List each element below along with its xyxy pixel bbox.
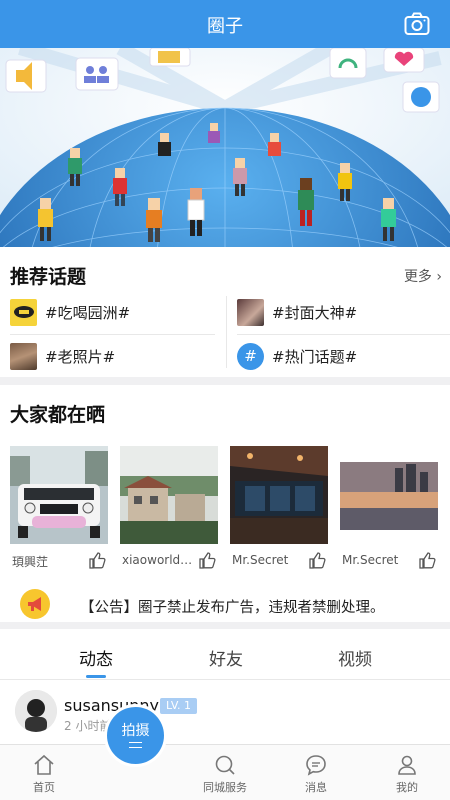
photo-username: Mr.Secret (342, 553, 399, 567)
topic-item[interactable]: # #热门话题# (237, 337, 357, 375)
more-link[interactable]: 更多 › (404, 266, 442, 286)
shoot-button[interactable]: 拍摄 (107, 707, 164, 764)
top-bar: 圈子 (0, 0, 450, 48)
thumbs-up-icon[interactable] (418, 551, 436, 569)
divider (226, 296, 227, 368)
topic-item[interactable]: #吃喝园洲# (10, 293, 130, 331)
thumbs-up-icon[interactable] (198, 551, 216, 569)
tab-video[interactable]: 视频 (315, 645, 395, 670)
bottom-nav: 首页 同城服务 消息 我的 (0, 744, 450, 800)
nav-messages[interactable]: 消息 (276, 753, 356, 795)
avatar[interactable] (15, 690, 57, 732)
nav-label: 消息 (305, 781, 327, 794)
search-icon (215, 755, 235, 775)
megaphone-icon (20, 589, 50, 619)
topic-item[interactable]: #封面大神# (237, 293, 357, 331)
user-icon (398, 755, 416, 775)
nav-label: 同城服务 (203, 781, 247, 794)
old-photo-thumb (10, 342, 37, 370)
divider (237, 334, 450, 335)
camera-icon[interactable] (404, 12, 430, 36)
tab-feed[interactable]: 动态 (56, 645, 136, 670)
topics-title: 推荐话题 (10, 266, 87, 288)
level-badge: LV. 1 (160, 698, 198, 714)
hash-icon: # (237, 342, 264, 370)
post-time: 2 小时前 (64, 719, 112, 733)
section-gap (0, 377, 450, 385)
nav-label: 首页 (33, 781, 55, 794)
gallery-header: 大家都在晒 (0, 392, 450, 436)
more-label: 更多 (403, 269, 432, 285)
divider (10, 334, 215, 335)
cover-photo-thumb (237, 298, 264, 326)
page-title: 圈子 (207, 16, 243, 37)
chevron-right-icon: › (436, 269, 442, 285)
photo-username: 頊興茳 (12, 555, 49, 569)
white-suv-photo[interactable] (10, 446, 108, 544)
gallery-title: 大家都在晒 (10, 404, 106, 426)
active-tab-indicator (86, 675, 106, 678)
photo-username: Mr.Secret (232, 553, 289, 567)
topic-label: #热门话题# (272, 347, 358, 366)
banner-image[interactable] (0, 48, 450, 247)
villa-photo[interactable] (120, 446, 218, 544)
photo-username: xiaoworld1... (122, 553, 194, 567)
nav-local-service[interactable]: 同城服务 (185, 753, 265, 795)
topic-label: #老照片# (45, 347, 116, 366)
tab-friends[interactable]: 好友 (186, 645, 266, 670)
section-gap (0, 622, 450, 629)
nav-home[interactable]: 首页 (4, 753, 84, 795)
menu-lines-icon (129, 742, 142, 748)
topics-header: 推荐话题 更多 › (0, 252, 450, 296)
notice-text[interactable]: 【公告】圈子禁止发布广告，违规者禁删处理。 (80, 596, 385, 617)
dark-interior-photo[interactable] (230, 446, 328, 544)
food-logo-thumb (10, 298, 37, 326)
shoot-label: 拍摄 (121, 723, 150, 739)
lake-sunset-photo[interactable] (340, 446, 438, 544)
divider (0, 679, 450, 680)
topic-label: #吃喝园洲# (45, 303, 131, 322)
topic-label: #封面大神# (272, 303, 358, 322)
thumbs-up-icon[interactable] (88, 551, 106, 569)
nav-label: 我的 (396, 781, 418, 794)
topic-item[interactable]: #老照片# (10, 337, 115, 375)
message-icon (306, 755, 326, 776)
home-icon (34, 754, 54, 775)
nav-profile[interactable]: 我的 (367, 753, 447, 795)
thumbs-up-icon[interactable] (308, 551, 326, 569)
